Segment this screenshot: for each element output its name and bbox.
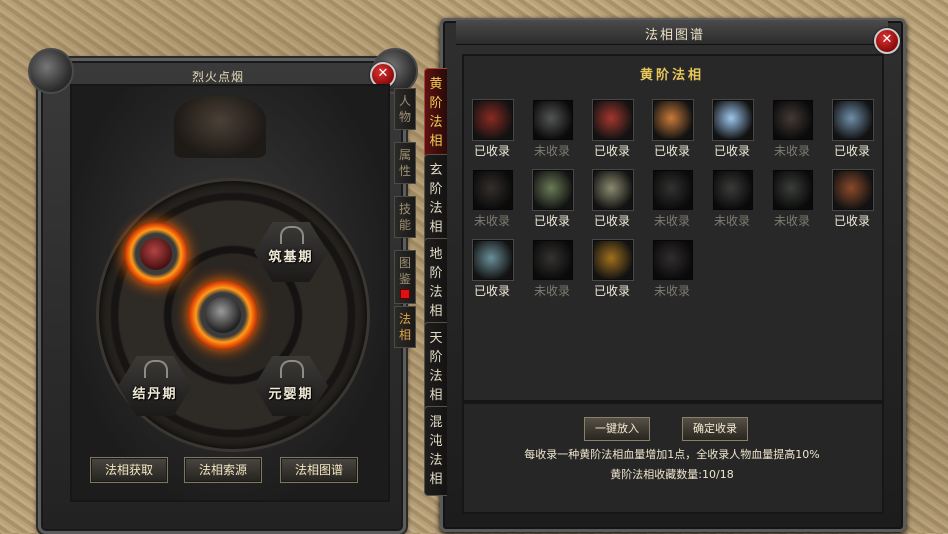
tab-huang-jie[interactable]: 黄阶法相	[424, 68, 447, 158]
tab-faxiang[interactable]: 法相	[394, 306, 416, 348]
demon-beast-icon	[593, 100, 633, 140]
collect-bonus-note: 每收录一种黄阶法相血量增加1点，全收录人物血量提高10%	[524, 448, 820, 461]
ghost-beast-icon	[533, 100, 573, 140]
tab-tian-jie[interactable]: 天阶法相	[424, 322, 447, 412]
confirm-collect-button[interactable]: 确定收录	[682, 417, 748, 441]
faxiang-status: 已收录	[833, 144, 870, 158]
faxiang-card[interactable]: 已收录	[462, 100, 522, 162]
tab-di-jie[interactable]: 地阶法相	[424, 238, 447, 328]
bat-beast-icon	[713, 170, 753, 210]
faxiang-card[interactable]: 未收录	[462, 170, 522, 232]
faxiang-card[interactable]: 未收录	[522, 100, 582, 162]
faxiang-card[interactable]: 未收录	[642, 170, 702, 232]
faxiang-status: 已收录	[713, 144, 750, 158]
faxiang-card[interactable]: 未收录	[642, 240, 702, 302]
faxiang-status: 未收录	[533, 284, 570, 298]
faxiang-card[interactable]: 已收录	[642, 100, 702, 162]
right-close-button[interactable]: ✕	[874, 28, 900, 54]
faxiang-card[interactable]: 未收录	[762, 170, 822, 232]
notification-badge	[400, 289, 410, 299]
stage-label-jiedan: 结丹期	[132, 387, 178, 402]
worm-beast-icon	[533, 240, 573, 280]
faxiang-card[interactable]: 未收录	[762, 100, 822, 162]
faxiang-card[interactable]: 已收录	[702, 100, 762, 162]
faxiang-card[interactable]: 未收录	[522, 240, 582, 302]
armored-beast-icon	[833, 100, 873, 140]
faxiang-status: 未收录	[653, 214, 690, 228]
winged-beast-icon	[653, 240, 693, 280]
faxiang-source-button[interactable]: 法相索源	[184, 457, 262, 483]
dragon-ornament-left	[28, 48, 74, 94]
collect-count: 黄阶法相收藏数量:10/18	[610, 468, 734, 481]
faxiang-card[interactable]: 已收录	[582, 240, 642, 302]
serpent-beast-icon	[473, 240, 513, 280]
bird-beast-icon	[473, 170, 513, 210]
tab-atlas[interactable]: 图鉴	[394, 250, 416, 304]
rock-beast-icon	[833, 170, 873, 210]
faxiang-card[interactable]: 已收录	[582, 170, 642, 232]
tab-hun-dun[interactable]: 混沌法相	[424, 406, 447, 496]
faxiang-status: 未收录	[473, 214, 510, 228]
faxiang-obtain-button[interactable]: 法相获取	[90, 457, 168, 483]
dragon-beast-icon	[773, 170, 813, 210]
lock-icon	[280, 360, 304, 378]
fox-beast-icon	[773, 100, 813, 140]
faxiang-status: 未收录	[773, 214, 810, 228]
red-beast-icon	[473, 100, 513, 140]
stage-label-zhuji: 筑基期	[268, 250, 314, 265]
faxiang-status: 未收录	[713, 214, 750, 228]
spirit-beast-icon	[713, 100, 753, 140]
tab-label: 玄阶法相	[429, 163, 443, 235]
tab-xuan-jie[interactable]: 玄阶法相	[424, 154, 447, 244]
deer-beast-icon	[653, 100, 693, 140]
faxiang-card[interactable]: 已收录	[522, 170, 582, 232]
faxiang-status: 已收录	[593, 284, 630, 298]
faxiang-card[interactable]: 已收录	[822, 100, 882, 162]
put-all-button[interactable]: 一键放入	[584, 417, 650, 441]
faxiang-status: 已收录	[533, 214, 570, 228]
faxiang-status: 未收录	[533, 144, 570, 158]
faxiang-status: 已收录	[593, 144, 630, 158]
faxiang-card[interactable]: 未收录	[702, 170, 762, 232]
faxiang-status: 未收录	[653, 284, 690, 298]
tab-label: 黄阶法相	[429, 77, 443, 149]
tab-atlas-label: 图鉴	[398, 256, 411, 286]
section-title: 黄阶法相	[639, 68, 704, 83]
faxiang-card[interactable]: 已收录	[462, 240, 522, 302]
tab-label: 天阶法相	[429, 331, 443, 403]
faxiang-status: 已收录	[473, 144, 510, 158]
skull-beast-icon	[533, 170, 573, 210]
lock-icon	[280, 226, 304, 244]
boar-beast-icon	[593, 170, 633, 210]
tab-character[interactable]: 人物	[394, 88, 416, 130]
tab-skills[interactable]: 技能	[394, 196, 416, 238]
faxiang-card[interactable]: 已收录	[582, 100, 642, 162]
tab-label: 地阶法相	[429, 247, 443, 319]
red-beast-icon	[140, 238, 172, 270]
faxiang-card[interactable]: 已收录	[822, 170, 882, 232]
right-panel-title: 法相图谱	[644, 28, 705, 43]
lock-icon	[144, 360, 168, 378]
left-panel-title: 烈火点烟	[191, 70, 244, 84]
faxiang-status: 已收录	[473, 284, 510, 298]
faxiang-atlas-button[interactable]: 法相图谱	[280, 457, 358, 483]
demon-head-ornament	[174, 96, 266, 158]
stage-label-yuanying: 元婴期	[268, 387, 314, 402]
faxiang-status: 已收录	[653, 144, 690, 158]
tab-attributes[interactable]: 属性	[394, 142, 416, 184]
tab-label: 混沌法相	[429, 415, 443, 487]
faxiang-status: 已收录	[833, 214, 870, 228]
faxiang-status: 已收录	[593, 214, 630, 228]
dark-beast-icon	[205, 297, 241, 333]
faxiang-status: 未收录	[773, 144, 810, 158]
shadow-beast-icon	[653, 170, 693, 210]
centipede-beast-icon	[593, 240, 633, 280]
